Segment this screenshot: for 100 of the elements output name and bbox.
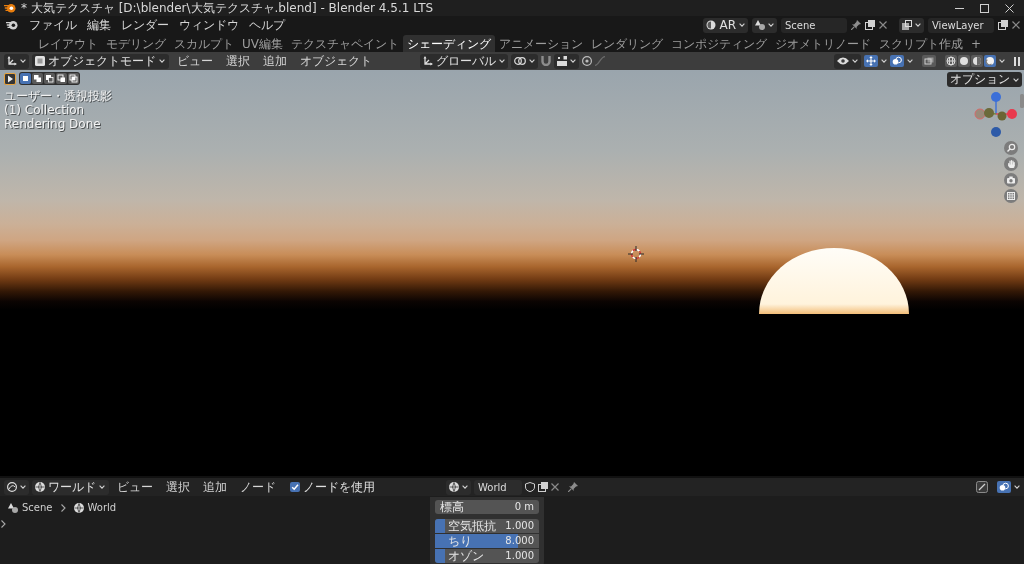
- maximize-icon[interactable]: [980, 3, 989, 13]
- menu-item[interactable]: ファイル: [24, 17, 82, 33]
- view-layer-name-field[interactable]: ViewLayer: [928, 17, 994, 33]
- render-status-label: Rendering Done: [4, 117, 102, 131]
- square-icon[interactable]: [20, 73, 31, 84]
- menu-item[interactable]: ビュー: [112, 479, 158, 495]
- menu-item[interactable]: 追加: [258, 53, 292, 69]
- pin-icon[interactable]: [568, 482, 578, 492]
- editor-type-dropdown[interactable]: [4, 479, 29, 495]
- workspace-tab[interactable]: スクリプト作成: [875, 35, 967, 52]
- field-value: 0 m: [514, 500, 534, 514]
- target-icon[interactable]: [581, 56, 592, 66]
- cross-icon[interactable]: [551, 483, 559, 491]
- menu-item[interactable]: レンダー: [116, 17, 174, 33]
- wire-sphere-icon[interactable]: [945, 55, 957, 67]
- number-field[interactable]: 標高 0 m: [435, 500, 539, 514]
- view-name-label: ユーザー・透視投影: [4, 89, 112, 103]
- close-icon[interactable]: [1005, 3, 1014, 13]
- world-name-field[interactable]: World: [474, 479, 522, 495]
- menu-item[interactable]: ビュー: [172, 53, 218, 69]
- menu-item[interactable]: ウィンドウ: [174, 17, 244, 33]
- solid-sphere-icon[interactable]: [958, 55, 970, 67]
- camera-icon[interactable]: [1004, 173, 1018, 187]
- overlapping-circles-icon[interactable]: [997, 481, 1011, 493]
- menu-item[interactable]: 編集: [82, 17, 116, 33]
- slashed-square-icon[interactable]: [976, 481, 988, 493]
- menu-item[interactable]: ヘルプ: [244, 17, 290, 33]
- caret-icon: [99, 485, 105, 489]
- view-layer-browse-dropdown[interactable]: [899, 17, 924, 33]
- magnifier-icon[interactable]: [1004, 141, 1018, 155]
- caret-icon: [498, 59, 505, 63]
- squares-union-icon[interactable]: [32, 73, 43, 84]
- scene-browse-dropdown[interactable]: [752, 17, 777, 33]
- workspace-tab[interactable]: スカルプト: [170, 35, 238, 52]
- slider-field[interactable]: 空気抵抗 1.000: [435, 519, 539, 533]
- workspace-tab[interactable]: コンポジティング: [667, 35, 771, 52]
- duplicate-icon[interactable]: [538, 482, 548, 492]
- hand-icon[interactable]: [1004, 157, 1018, 171]
- caret-icon: [20, 485, 26, 489]
- magnet-icon[interactable]: [540, 56, 551, 66]
- layers-icon: [902, 20, 912, 30]
- workspace-tab[interactable]: レンダリング: [587, 35, 667, 52]
- field-label: オゾン: [448, 549, 484, 563]
- world-browse-dropdown[interactable]: [446, 479, 471, 495]
- menu-item[interactable]: オブジェクト: [295, 53, 377, 69]
- duplicate-icon[interactable]: [998, 20, 1008, 30]
- rendered-sphere-icon[interactable]: [984, 55, 996, 67]
- cross-icon[interactable]: [879, 21, 887, 29]
- app-logo-icon[interactable]: [6, 20, 18, 30]
- squares-outline-icon[interactable]: [56, 73, 67, 84]
- cross-icon[interactable]: [1012, 21, 1020, 29]
- menu-item[interactable]: ノード: [235, 479, 281, 495]
- workspace-tab[interactable]: シェーディング: [403, 35, 495, 52]
- workspace-tab[interactable]: ジオメトリノード: [771, 35, 875, 52]
- collection-label: (1) Collection: [4, 103, 86, 117]
- minimize-icon[interactable]: [955, 7, 964, 9]
- orientation-dropdown[interactable]: グローバル: [419, 53, 508, 69]
- ar-dropdown[interactable]: AR: [703, 17, 748, 33]
- panel-handle-icon[interactable]: [1020, 94, 1024, 108]
- overlapping-circles-icon[interactable]: [890, 55, 904, 67]
- duplicate-icon[interactable]: [865, 20, 875, 30]
- workspace-tab[interactable]: アニメーション: [495, 35, 587, 52]
- editor-type-dropdown[interactable]: [4, 53, 29, 69]
- shaded-sphere-icon[interactable]: [971, 55, 983, 67]
- workspace-tab[interactable]: テクスチャペイント: [287, 35, 403, 52]
- caret-icon[interactable]: [881, 59, 887, 63]
- pin-icon[interactable]: [851, 20, 861, 30]
- stacked-squares-icon[interactable]: [922, 55, 936, 67]
- eye-icon: [837, 57, 849, 65]
- options-dropdown[interactable]: オプション: [947, 72, 1022, 87]
- axis-gizmo-icon[interactable]: [974, 91, 1018, 139]
- squares-subtract-icon[interactable]: [44, 73, 55, 84]
- pause-icon[interactable]: [1014, 56, 1020, 66]
- menu-item[interactable]: 追加: [198, 479, 232, 495]
- add-workspace-button[interactable]: +: [967, 35, 986, 52]
- field-label: 空気抵抗: [448, 519, 496, 533]
- shield-icon[interactable]: [525, 482, 535, 492]
- visibility-dropdown[interactable]: [834, 53, 861, 69]
- use-nodes-checkbox[interactable]: [290, 482, 300, 492]
- grid-icon[interactable]: [1004, 189, 1018, 203]
- scene-name-field[interactable]: Scene: [781, 17, 847, 33]
- pivot-dropdown[interactable]: [510, 53, 538, 69]
- shader-type-dropdown[interactable]: ワールド: [32, 479, 109, 495]
- workspace-tab[interactable]: UV編集: [238, 35, 287, 52]
- caret-icon[interactable]: [1014, 485, 1020, 489]
- slider-field[interactable]: オゾン 1.000: [435, 549, 539, 563]
- crosshair-icon[interactable]: [628, 246, 644, 262]
- pointer-icon[interactable]: [4, 72, 16, 85]
- squares-intersect-icon[interactable]: [68, 73, 79, 84]
- workspace-tab[interactable]: レイアウト: [34, 35, 102, 52]
- caret-icon[interactable]: [907, 59, 913, 63]
- shapes-icon: [8, 503, 18, 513]
- chevron-icon[interactable]: [1, 520, 6, 528]
- workspace-tab[interactable]: モデリング: [102, 35, 170, 52]
- menu-item[interactable]: 選択: [161, 479, 195, 495]
- caret-icon[interactable]: [999, 59, 1005, 63]
- move-arrows-icon[interactable]: [864, 55, 878, 67]
- snap-dropdown[interactable]: [553, 53, 579, 69]
- mode-dropdown[interactable]: オブジェクトモード: [32, 53, 169, 69]
- menu-item[interactable]: 選択: [221, 53, 255, 69]
